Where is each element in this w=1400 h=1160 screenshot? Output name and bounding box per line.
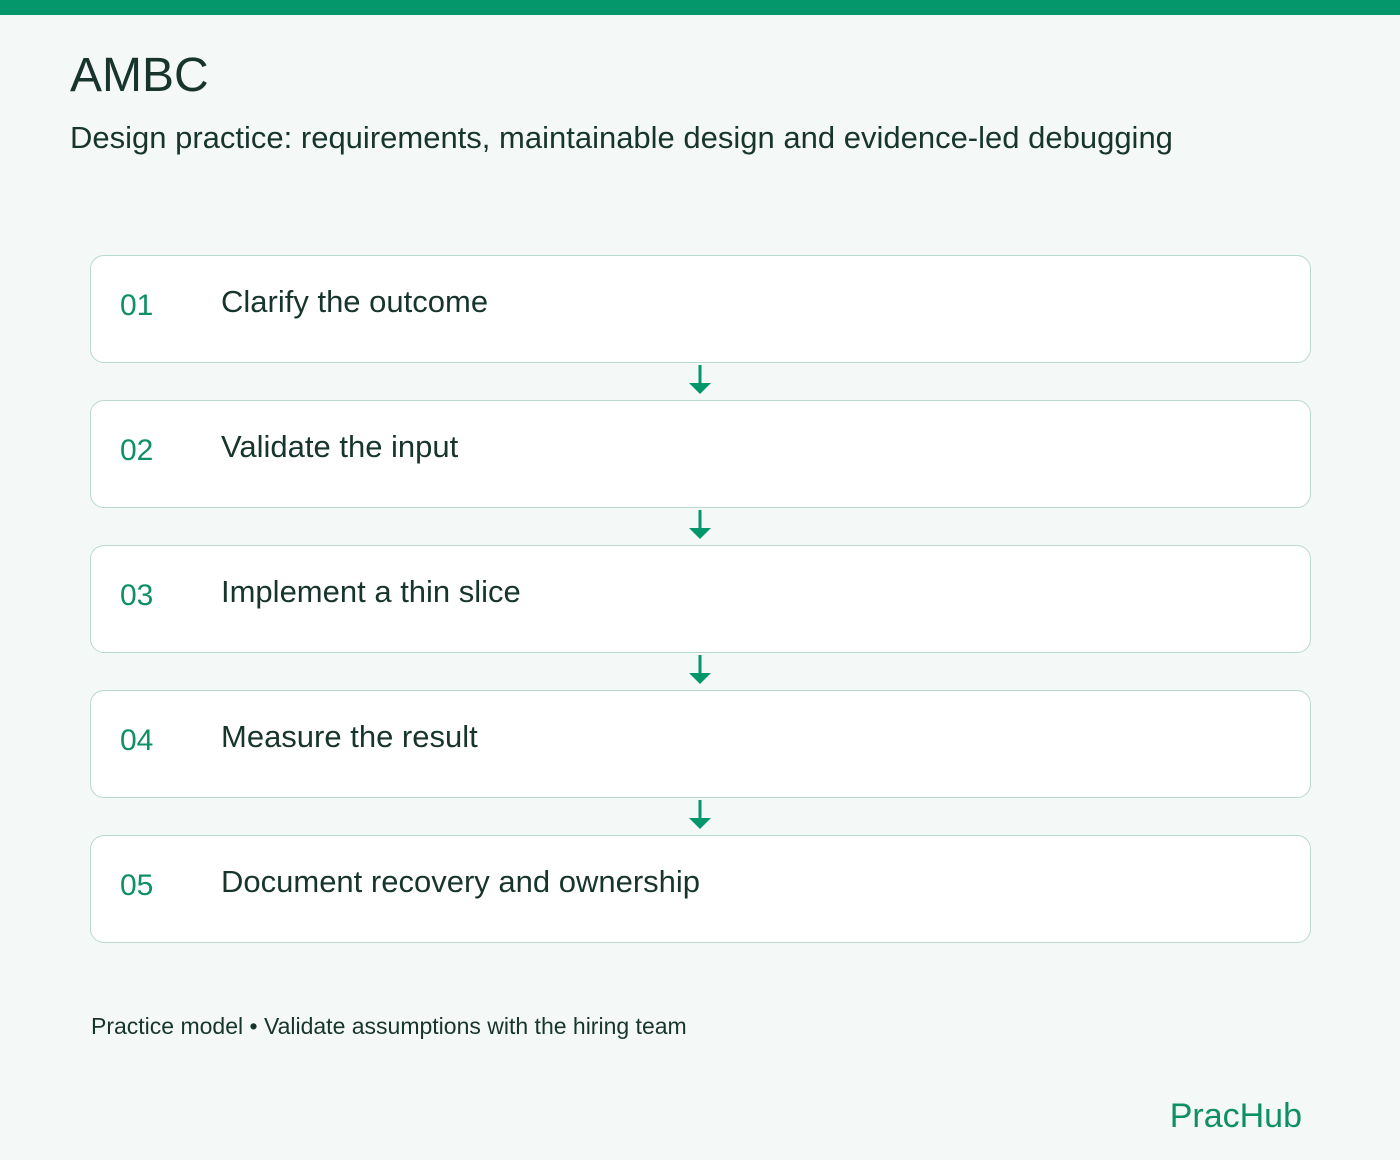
step-label: Document recovery and ownership <box>221 864 701 899</box>
arrow-down-icon <box>689 800 711 829</box>
step-card-4: 04 Measure the result <box>90 690 1311 798</box>
arrow-down-icon <box>689 510 711 539</box>
top-accent-bar <box>0 0 1400 15</box>
step-label: Validate the input <box>221 429 459 464</box>
step-card-2: 02 Validate the input <box>90 400 1311 508</box>
step-card-1: 01 Clarify the outcome <box>90 255 1311 363</box>
step-number: 04 <box>120 724 154 757</box>
footnote: Practice model • Validate assumptions wi… <box>91 1013 687 1039</box>
step-number: 02 <box>120 434 154 467</box>
step-label: Implement a thin slice <box>221 574 521 609</box>
brand-logo: PracHub <box>1169 1097 1302 1135</box>
arrow-down-icon <box>689 655 711 684</box>
arrow-down-icon <box>689 365 711 394</box>
step-card-5: 05 Document recovery and ownership <box>90 835 1311 943</box>
step-number: 05 <box>120 869 154 902</box>
step-label: Clarify the outcome <box>221 284 489 319</box>
step-number: 01 <box>120 289 154 322</box>
step-number: 03 <box>120 579 154 612</box>
step-label: Measure the result <box>221 719 478 754</box>
page-title: AMBC <box>70 49 209 102</box>
page-subtitle: Design practice: requirements, maintaina… <box>70 120 1173 155</box>
step-card-3: 03 Implement a thin slice <box>90 545 1311 653</box>
